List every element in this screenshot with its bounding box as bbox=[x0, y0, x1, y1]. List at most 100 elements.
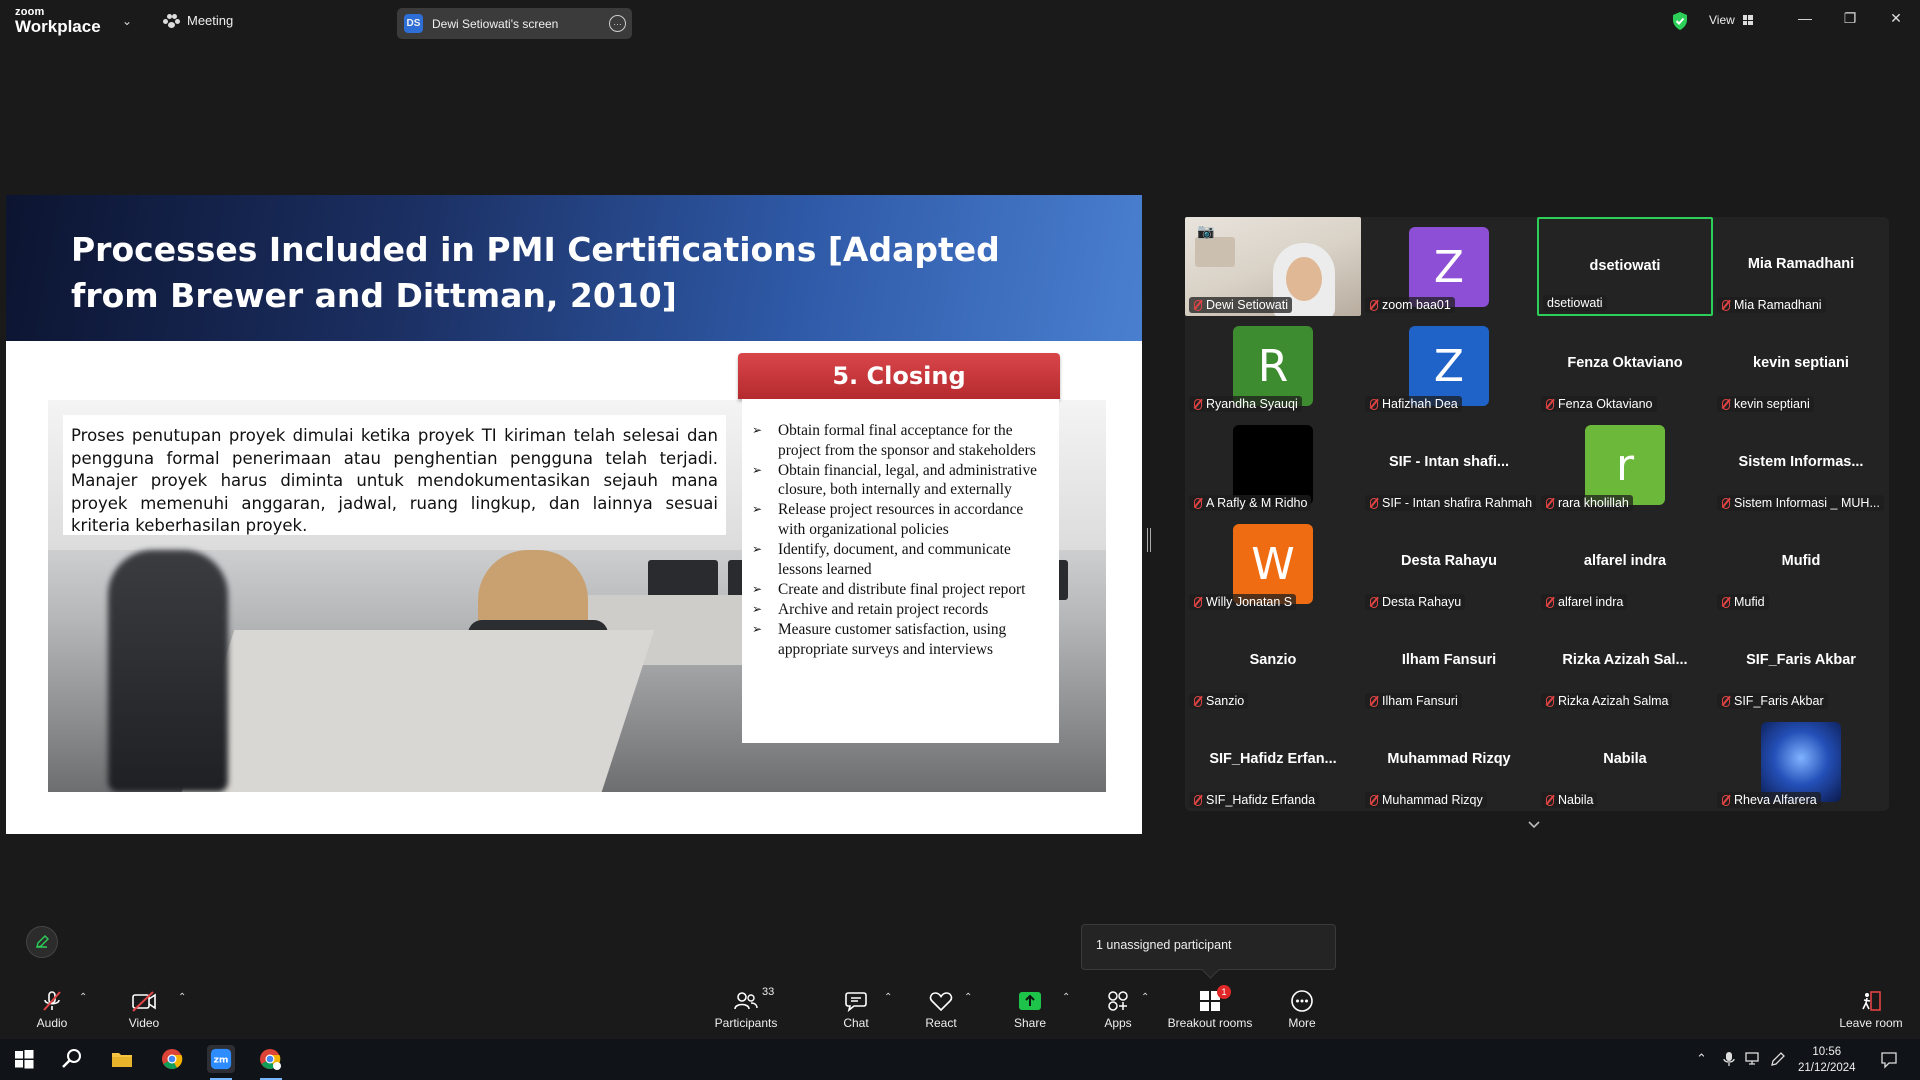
clock-date: 21/12/2024 bbox=[1798, 1062, 1856, 1074]
participant-tile[interactable]: W Willy Jonatan S bbox=[1185, 514, 1361, 613]
participant-display-name: Sistem Informas... bbox=[1738, 454, 1864, 470]
participant-tile[interactable]: SIF_Hafidz Erfan... SIF_Hafidz Erfanda bbox=[1185, 712, 1361, 811]
resize-handle[interactable] bbox=[1147, 528, 1151, 552]
camera-icon: 📷 bbox=[1197, 223, 1215, 239]
zoom-workplace-logo[interactable]: zoom Workplace bbox=[15, 7, 101, 36]
zoom-taskbar-button[interactable]: zm bbox=[207, 1045, 235, 1073]
participant-tile[interactable]: kevin septiani kevin septiani bbox=[1713, 316, 1889, 415]
close-icon[interactable]: ✕ bbox=[1884, 10, 1908, 27]
leave-room-button[interactable]: Leave room bbox=[1836, 988, 1906, 1038]
participant-tile[interactable]: r rara kholillah bbox=[1537, 415, 1713, 514]
participant-tile[interactable]: Z Hafizhah Dea bbox=[1361, 316, 1537, 415]
chat-options-caret-icon[interactable]: ⌃ bbox=[884, 992, 892, 1003]
video-options-caret-icon[interactable]: ⌃ bbox=[178, 992, 186, 1003]
participant-display-name: Mufid bbox=[1781, 553, 1821, 569]
search-icon[interactable] bbox=[60, 1047, 84, 1071]
breakout-badge: 1 bbox=[1217, 985, 1231, 999]
participant-tile[interactable]: Mufid Mufid bbox=[1713, 514, 1889, 613]
share-options-caret-icon[interactable]: ⌃ bbox=[1062, 992, 1070, 1003]
system-clock[interactable]: 10:56 21/12/2024 bbox=[1798, 1044, 1856, 1076]
chat-label: Chat bbox=[843, 1016, 869, 1030]
grid-view-icon bbox=[1742, 15, 1753, 25]
participant-avatar bbox=[1233, 425, 1313, 505]
audio-button[interactable]: Audio bbox=[30, 988, 74, 1038]
meeting-label: Meeting bbox=[187, 13, 234, 28]
participant-name-label: Desta Rahayu bbox=[1365, 594, 1466, 610]
chrome-profile-icon[interactable] bbox=[258, 1047, 282, 1071]
participant-tile[interactable]: Muhammad Rizqy Muhammad Rizqy bbox=[1361, 712, 1537, 811]
participant-name-label: Mufid bbox=[1717, 594, 1769, 610]
participant-avatar: Z bbox=[1409, 227, 1489, 307]
participant-name-label: Sanzio bbox=[1189, 693, 1249, 709]
tray-overflow-icon[interactable]: ⌃ bbox=[1696, 1051, 1707, 1067]
participant-display-name: Mia Ramadhani bbox=[1747, 256, 1855, 272]
restore-window-icon[interactable]: ❐ bbox=[1838, 10, 1862, 27]
slide-paragraph: Proses penutupan proyek dimulai ketika p… bbox=[63, 415, 726, 535]
closing-item: Archive and retain project records bbox=[752, 600, 1051, 620]
participant-avatar: Z bbox=[1409, 326, 1489, 406]
apps-button[interactable]: Apps bbox=[1100, 988, 1136, 1038]
minimize-icon[interactable]: — bbox=[1793, 10, 1817, 26]
annotate-pen-icon[interactable] bbox=[26, 926, 58, 958]
participant-name-label: SIF - Intan shafira Rahmah bbox=[1365, 495, 1537, 511]
participant-tile[interactable]: Desta Rahayu Desta Rahayu bbox=[1361, 514, 1537, 613]
participant-tile[interactable]: Sistem Informas... Sistem Informasi _ MUH… bbox=[1713, 415, 1889, 514]
pen-icon[interactable] bbox=[1770, 1051, 1786, 1067]
participant-tile[interactable]: alfarel indra alfarel indra bbox=[1537, 514, 1713, 613]
audio-options-caret-icon[interactable]: ⌃ bbox=[79, 992, 87, 1003]
participant-tile[interactable]: Rizka Azizah Sal... Rizka Azizah Salma bbox=[1537, 613, 1713, 712]
meeting-menu[interactable]: Meeting bbox=[163, 13, 233, 28]
shield-check-icon[interactable] bbox=[1671, 11, 1689, 31]
file-explorer-icon[interactable] bbox=[110, 1047, 134, 1071]
microphone-icon[interactable] bbox=[1722, 1051, 1736, 1067]
participant-tile[interactable]: SIF_Faris Akbar SIF_Faris Akbar bbox=[1713, 613, 1889, 712]
participant-tile[interactable]: Ilham Fansuri Ilham Fansuri bbox=[1361, 613, 1537, 712]
title-bar: zoom Workplace ⌄ Meeting DS Dewi Setiowa… bbox=[0, 0, 1920, 44]
breakout-rooms-button[interactable]: 1 Breakout rooms bbox=[1166, 985, 1254, 1038]
participant-display-name: SIF - Intan shafi... bbox=[1388, 454, 1510, 470]
participant-display-name: Desta Rahayu bbox=[1401, 553, 1497, 569]
apps-options-caret-icon[interactable]: ⌃ bbox=[1141, 992, 1149, 1003]
more-button[interactable]: More bbox=[1284, 988, 1320, 1038]
chrome-icon[interactable] bbox=[160, 1047, 184, 1071]
participant-tile[interactable]: A Rafly & M Ridho bbox=[1185, 415, 1361, 514]
notifications-icon[interactable] bbox=[1880, 1051, 1898, 1069]
network-icon[interactable] bbox=[1744, 1051, 1762, 1067]
video-button[interactable]: Video bbox=[122, 988, 166, 1038]
chevron-down-icon[interactable]: ⌄ bbox=[122, 14, 132, 28]
participant-display-name: SIF_Faris Akbar bbox=[1746, 652, 1856, 668]
shared-screen-label: Dewi Setiowati's screen bbox=[432, 16, 559, 31]
paw-icon bbox=[163, 13, 180, 28]
react-button[interactable]: React bbox=[922, 988, 960, 1038]
participant-name-label: Nabila bbox=[1541, 792, 1598, 808]
participant-display-name: Sanzio bbox=[1249, 652, 1297, 668]
participant-tile[interactable]: dsetiowati dsetiowati bbox=[1537, 217, 1713, 316]
chevron-down-icon[interactable] bbox=[1527, 818, 1541, 832]
participant-name-label: alfarel indra bbox=[1541, 594, 1628, 610]
participant-tile[interactable]: Nabila Nabila bbox=[1537, 712, 1713, 811]
windows-start-icon[interactable] bbox=[12, 1047, 36, 1071]
participant-name-label: A Rafly & M Ridho bbox=[1189, 495, 1312, 511]
chat-button[interactable]: Chat bbox=[838, 988, 874, 1038]
participant-tile[interactable]: Rheva Alfarera bbox=[1713, 712, 1889, 811]
react-options-caret-icon[interactable]: ⌃ bbox=[964, 992, 972, 1003]
participant-name-label: Rizka Azizah Salma bbox=[1541, 693, 1673, 709]
closing-item: Release project resources in accordance … bbox=[752, 500, 1051, 539]
meeting-toolbar: Audio ⌃ Video ⌃ 33 Participants Chat ⌃ R… bbox=[0, 980, 1920, 1039]
participant-tile[interactable]: Zzoom baa01 bbox=[1361, 217, 1537, 316]
view-button[interactable]: View bbox=[1709, 13, 1753, 27]
participant-tile[interactable]: Mia Ramadhani Mia Ramadhani bbox=[1713, 217, 1889, 316]
leave-door-icon bbox=[1836, 988, 1906, 1014]
more-options-icon[interactable]: … bbox=[609, 15, 626, 32]
participant-tile[interactable]: R Ryandha Syauqi bbox=[1185, 316, 1361, 415]
participant-name-label: Muhammad Rizqy bbox=[1365, 792, 1487, 808]
participant-tile[interactable]: SIF - Intan shafi... SIF - Intan shafira … bbox=[1361, 415, 1537, 514]
participant-tile[interactable]: Fenza Oktaviano Fenza Oktaviano bbox=[1537, 316, 1713, 415]
participant-name-label: Hafizhah Dea bbox=[1365, 396, 1462, 412]
participant-tile[interactable]: Sanzio Sanzio bbox=[1185, 613, 1361, 712]
shared-screen-tab[interactable]: DS Dewi Setiowati's screen … bbox=[397, 8, 632, 39]
more-icon bbox=[1284, 988, 1320, 1014]
participant-tile[interactable]: 📷 Dewi Setiowati bbox=[1185, 217, 1361, 316]
participants-button[interactable]: 33 Participants bbox=[712, 986, 780, 1038]
share-button[interactable]: Share bbox=[1012, 988, 1048, 1038]
